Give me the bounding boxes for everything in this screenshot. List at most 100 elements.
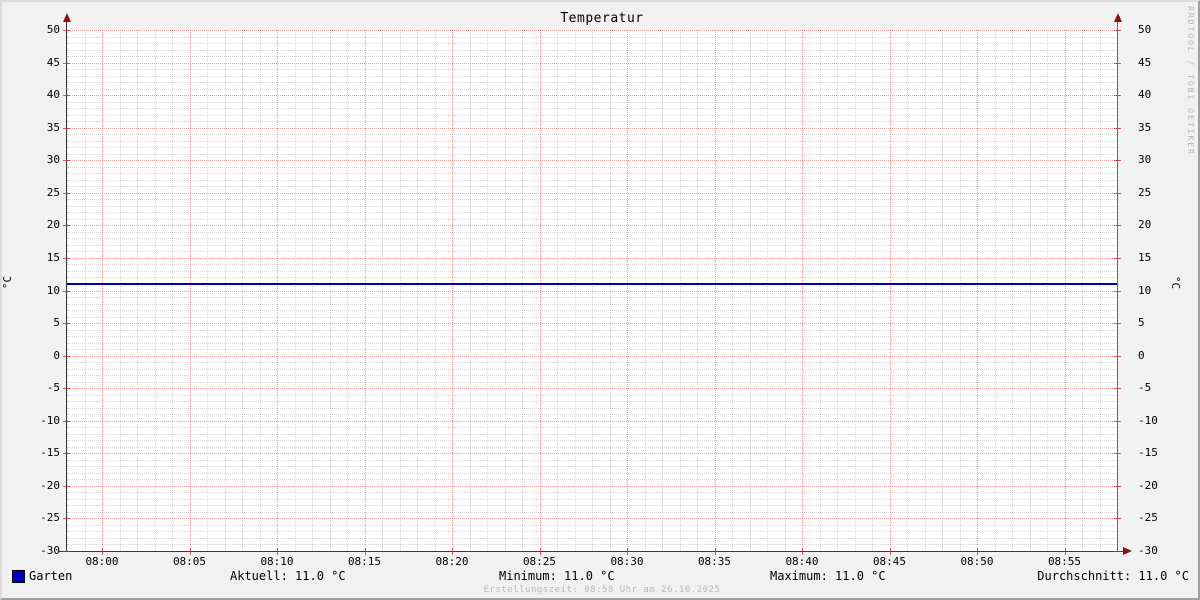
gridline-h-minor <box>67 114 1117 116</box>
gridline-h-minor <box>67 544 1117 546</box>
gridline-h-minor <box>67 153 1117 155</box>
x-axis-arrow-icon <box>1123 547 1132 555</box>
gridline-h-minor <box>67 108 1117 110</box>
gridline-v-minor <box>84 30 86 551</box>
gridline-h-minor <box>67 218 1117 220</box>
stat-durchschnitt: Durchschnitt: 11.0 °C <box>1037 569 1189 583</box>
gridline-h-minor <box>67 316 1117 318</box>
x-tick-label: 08:40 <box>785 555 819 568</box>
gridline-h-minor <box>67 407 1117 409</box>
gridline-h-minor <box>67 147 1117 149</box>
y-axis-tick <box>63 551 70 552</box>
gridline-h-minor <box>67 511 1117 513</box>
y-tick-label-left: -25 <box>40 511 60 525</box>
y-axis-tick <box>1114 160 1121 162</box>
gridline-v-minor <box>924 30 926 551</box>
gridline-h-major <box>67 127 1117 129</box>
y-tick-label-left: 0 <box>53 348 60 362</box>
gridline-h-minor <box>67 394 1117 396</box>
stat-aktuell: Aktuell: 11.0 °C <box>230 569 346 583</box>
gridline-h-minor <box>67 498 1117 500</box>
x-tick-label: 08:55 <box>1047 555 1082 568</box>
y-tick-label-left: -30 <box>40 544 60 557</box>
x-axis-tick <box>714 548 716 555</box>
gridline-v-minor <box>557 30 558 551</box>
x-axis <box>59 551 1126 552</box>
x-axis-tick <box>627 548 628 555</box>
gridline-h-minor <box>67 297 1117 298</box>
gridline-h-major <box>67 160 1117 162</box>
gridline-v-minor <box>347 30 348 551</box>
gridline-h-minor <box>67 342 1117 344</box>
gridline-h-minor <box>67 205 1117 207</box>
gridline-v-minor <box>399 30 401 551</box>
gridline-v-minor <box>679 30 681 551</box>
gridline-v-minor <box>137 30 138 551</box>
y-axis-tick <box>63 518 70 520</box>
gridline-v-minor <box>522 30 523 551</box>
gridline-v-minor <box>417 30 418 551</box>
gridline-h-minor <box>67 505 1117 507</box>
gridline-h-minor <box>67 43 1117 45</box>
gridline-h-minor <box>67 264 1117 266</box>
gridline-v-major <box>452 30 453 551</box>
gridline-h-minor <box>67 375 1117 377</box>
gridline-h-minor <box>67 36 1117 38</box>
gridline-v-major <box>1064 30 1066 551</box>
gridline-v-minor <box>119 30 121 551</box>
y-tick-label-left: 10 <box>46 283 60 297</box>
y-axis-tick <box>63 257 70 259</box>
gridline-h-minor <box>67 381 1117 383</box>
legend-swatch-garten <box>12 570 25 583</box>
gridline-h-minor <box>67 212 1117 214</box>
gridline-h-minor <box>67 134 1117 136</box>
y-tick-label-right: 10 <box>1138 283 1152 297</box>
gridline-h-minor <box>67 310 1117 312</box>
gridline-v-minor <box>609 30 611 551</box>
y-axis-tick <box>63 290 70 292</box>
gridline-h-major <box>67 355 1117 357</box>
gridline-h-minor <box>67 433 1117 435</box>
y-axis-tick <box>63 323 70 325</box>
y-axis-tick <box>63 420 70 422</box>
gridline-h-major <box>67 290 1117 292</box>
gridline-h-minor <box>67 479 1117 481</box>
gridline-v-major <box>277 30 278 551</box>
y-tick-label-right: -10 <box>1138 413 1158 427</box>
gridline-h-minor <box>67 82 1117 84</box>
gridline-h-major <box>67 388 1117 390</box>
gridline-v-minor <box>819 30 821 551</box>
y-axis-tick <box>63 485 70 487</box>
gridline-v-minor <box>959 30 961 551</box>
y-tick-label-right: 45 <box>1138 55 1152 69</box>
gridline-h-minor <box>67 244 1117 246</box>
creation-time-footer: Erstellungszeit: 08:58 Uhr am 26.10.2025 <box>483 585 721 595</box>
stat-minimum: Minimum: 11.0 °C <box>499 569 615 583</box>
gridline-v-major <box>802 30 803 551</box>
gridline-h-minor <box>67 459 1117 461</box>
gridline-v-minor <box>1047 30 1048 551</box>
y-tick-label-left: 35 <box>46 120 60 134</box>
gridline-v-minor <box>1082 30 1083 551</box>
gridline-h-major <box>67 420 1117 422</box>
gridline-v-minor <box>312 30 313 551</box>
y-axis-right <box>1117 21 1118 552</box>
y-tick-label-left: 50 <box>46 23 60 36</box>
gridline-h-major <box>67 257 1117 259</box>
y-axis-tick <box>63 160 70 162</box>
gridline-h-minor <box>67 401 1117 403</box>
gridline-v-major <box>889 30 891 551</box>
gridline-h-minor <box>67 179 1117 181</box>
y-axis-left <box>66 21 67 552</box>
gridline-h-major <box>67 62 1117 64</box>
y-axis-arrow-right-icon <box>1114 13 1122 22</box>
y-axis-tick <box>63 127 70 129</box>
y-axis-tick <box>63 30 70 31</box>
y-tick-label-right: 5 <box>1138 316 1145 330</box>
y-axis-tick <box>63 388 70 390</box>
gridline-h-minor <box>67 88 1117 90</box>
y-tick-label-left: 40 <box>46 88 60 102</box>
gridline-v-minor <box>767 30 768 551</box>
gridline-h-minor <box>67 362 1117 364</box>
gridline-v-minor <box>154 30 156 551</box>
